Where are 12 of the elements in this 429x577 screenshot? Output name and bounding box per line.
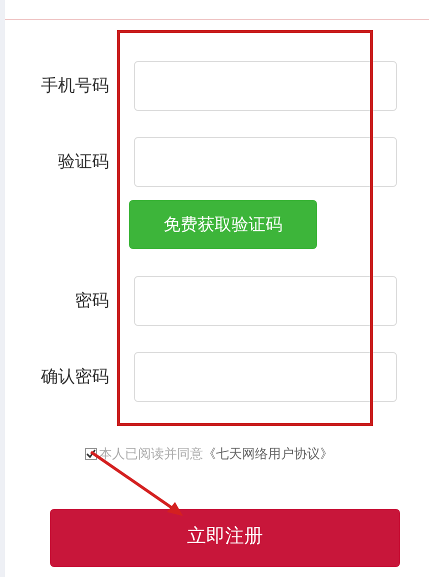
input-field[interactable] (134, 352, 397, 402)
register-button[interactable]: 立即注册 (50, 508, 400, 566)
field-label: 手机号码 (40, 75, 109, 98)
agreement-link[interactable]: 《七天网络用户协议》 (203, 444, 333, 464)
input-field[interactable] (134, 276, 397, 326)
field-label: 验证码 (57, 151, 109, 174)
agreement-text: 本人已阅读并同意 (99, 445, 203, 463)
agree-checkbox[interactable] (85, 448, 97, 460)
input-field[interactable] (134, 137, 397, 187)
field-label: 密码 (74, 290, 109, 312)
field-label: 确认密码 (40, 366, 109, 388)
input-field[interactable] (134, 61, 397, 111)
